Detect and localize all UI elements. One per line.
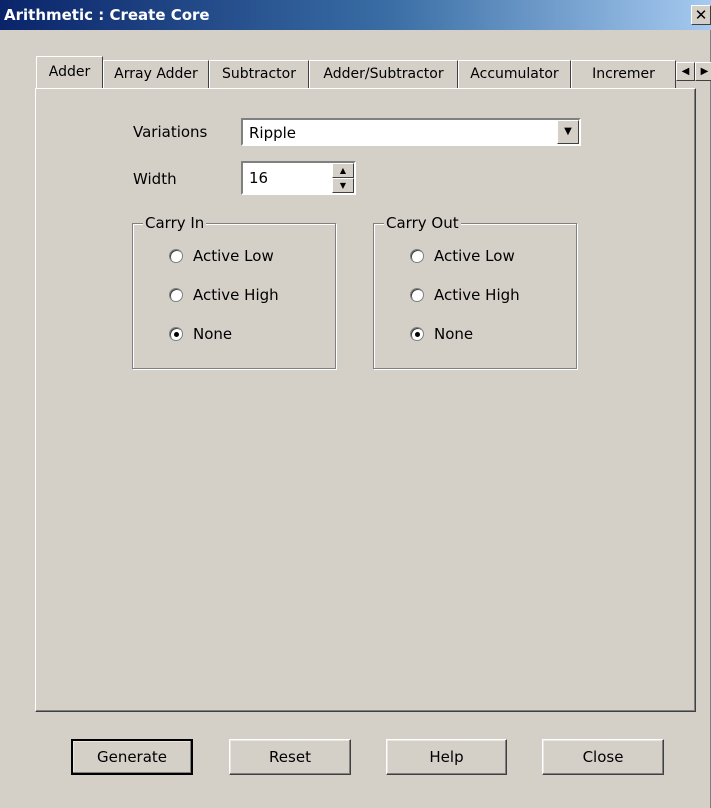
close-button[interactable]: Close (542, 739, 664, 775)
carry-out-active-high-radio[interactable] (410, 288, 424, 302)
carry-out-active-low-label: Active Low (434, 247, 515, 265)
carry-out-none-radio[interactable] (410, 327, 424, 341)
variations-value: Ripple (249, 124, 297, 142)
tab-scroll-right-button[interactable]: ▶ (695, 62, 711, 81)
carry-in-active-low-label: Active Low (193, 247, 274, 265)
tab-scroll-controls: ◀ ▶ (676, 62, 711, 81)
carry-out-none-option[interactable]: None (410, 325, 473, 343)
title-bar[interactable]: Arithmetic : Create Core ✕ (0, 0, 711, 30)
close-icon: ✕ (694, 6, 708, 24)
reset-button[interactable]: Reset (229, 739, 351, 775)
window-title: Arithmetic : Create Core (4, 6, 210, 24)
carry-in-active-high-radio[interactable] (169, 288, 183, 302)
tab-incrementer[interactable]: Incremer (571, 60, 676, 88)
help-button[interactable]: Help (386, 739, 507, 775)
carry-out-active-low-radio[interactable] (410, 249, 424, 263)
carry-out-group: Carry Out Active Low Active High None (373, 214, 577, 369)
arrow-down-icon: ▼ (339, 181, 347, 190)
carry-out-active-low-option[interactable]: Active Low (410, 247, 515, 265)
carry-in-none-label: None (193, 325, 233, 343)
width-stepper-buttons: ▲ ▼ (332, 163, 354, 193)
width-stepper[interactable]: 16 ▲ ▼ (241, 161, 356, 195)
carry-in-group: Carry In Active Low Active High None (132, 214, 336, 369)
arrow-up-icon: ▲ (339, 166, 347, 175)
generate-button[interactable]: Generate (71, 739, 193, 775)
carry-in-title: Carry In (143, 214, 207, 232)
carry-in-none-radio[interactable] (169, 327, 183, 341)
carry-out-title: Carry Out (384, 214, 461, 232)
chevron-down-icon: ▼ (564, 126, 572, 137)
carry-in-active-low-option[interactable]: Active Low (169, 247, 274, 265)
carry-in-none-option[interactable]: None (169, 325, 232, 343)
carry-out-none-label: None (434, 325, 474, 343)
tab-adder-subtractor[interactable]: Adder/Subtractor (309, 60, 458, 88)
arrow-right-icon: ▶ (700, 66, 709, 77)
width-label: Width (133, 170, 177, 188)
carry-out-active-high-option[interactable]: Active High (410, 286, 520, 304)
width-increment-button[interactable]: ▲ (332, 163, 354, 178)
width-value: 16 (249, 169, 269, 187)
close-window-button[interactable]: ✕ (691, 5, 711, 25)
carry-in-active-high-label: Active High (193, 286, 279, 304)
width-decrement-button[interactable]: ▼ (332, 178, 354, 193)
carry-in-active-low-radio[interactable] (169, 249, 183, 263)
carry-out-active-high-label: Active High (434, 286, 520, 304)
tab-accumulator[interactable]: Accumulator (458, 60, 571, 88)
tab-adder[interactable]: Adder (36, 56, 103, 88)
dialog-window: Arithmetic : Create Core ✕ Adder Array A… (0, 0, 711, 808)
arrow-left-icon: ◀ (681, 66, 690, 77)
tab-strip: Adder Array Adder Subtractor Adder/Subtr… (36, 56, 676, 88)
tab-subtractor[interactable]: Subtractor (209, 60, 309, 88)
variations-select[interactable]: Ripple ▼ (241, 118, 581, 146)
tab-scroll-left-button[interactable]: ◀ (676, 62, 695, 81)
carry-in-active-high-option[interactable]: Active High (169, 286, 279, 304)
variations-dropdown-button[interactable]: ▼ (557, 120, 579, 144)
tab-array-adder[interactable]: Array Adder (103, 60, 209, 88)
variations-label: Variations (133, 123, 208, 141)
